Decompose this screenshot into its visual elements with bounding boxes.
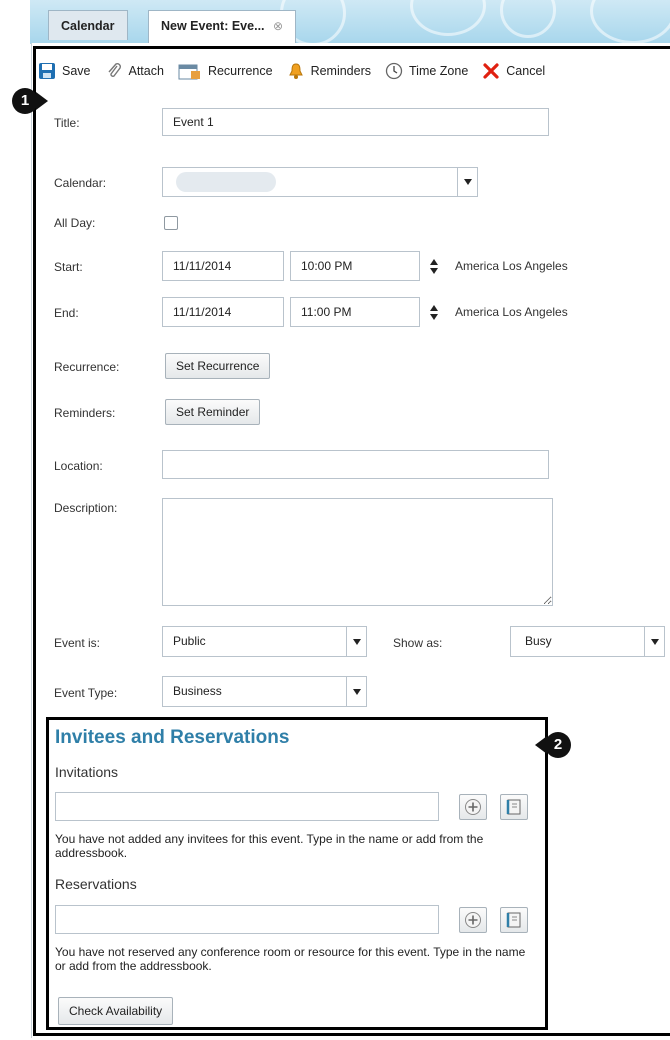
end-time-input[interactable] [290,297,420,327]
paperclip-icon [105,62,123,80]
reminders-button[interactable]: Reminders [287,62,371,80]
chevron-down-icon [644,627,664,656]
end-timezone: America Los Angeles [455,305,568,319]
event-type-value: Business [173,684,222,698]
event-type-label: Event Type: [54,686,118,700]
start-time-input[interactable] [290,251,420,281]
end-label: End: [54,306,79,320]
calendar-name-redacted [176,172,276,192]
calendar-label: Calendar: [54,176,107,190]
description-textarea[interactable] [162,498,553,606]
description-label: Description: [54,501,118,515]
event-is-label: Event is: [54,636,101,650]
event-is-value: Public [173,634,206,648]
recurrence-label: Recurrence: [54,360,120,374]
start-time-spinner[interactable] [427,251,441,281]
toolbar: Save Attach Recurrence Reminders Time Zo… [38,58,559,84]
spinner-down-icon[interactable] [430,313,438,320]
save-label: Save [62,64,91,78]
close-icon [482,62,500,80]
reservations-input[interactable] [55,905,439,934]
reminders-label: Reminders: [54,406,116,420]
clock-icon [385,62,403,80]
invitations-label: Invitations [55,764,119,780]
start-timezone: America Los Angeles [455,259,568,273]
attach-label: Attach [128,64,164,78]
add-reservation-button[interactable] [459,907,487,933]
event-is-select[interactable]: Public [162,626,367,657]
decorative-swirl [410,0,486,36]
tab-new-event[interactable]: New Event: Eve... ⊗ [148,10,297,44]
spinner-down-icon[interactable] [430,267,438,274]
title-input[interactable] [162,108,549,136]
start-date-input[interactable] [162,251,284,281]
chevron-down-icon [346,677,366,706]
spinner-up-icon[interactable] [430,304,438,311]
invitees-heading: Invitees and Reservations [55,727,290,748]
reminders-label: Reminders [310,64,371,78]
reservations-addressbook-button[interactable] [500,907,528,933]
addressbook-icon [506,912,521,928]
close-tab-icon[interactable]: ⊗ [273,11,283,41]
all-day-label: All Day: [54,216,96,230]
end-time-spinner[interactable] [427,297,441,327]
reservations-help-text: You have not reserved any conference roo… [55,945,526,973]
title-label: Title: [54,116,80,130]
chevron-down-icon [346,627,366,656]
chevron-down-icon [457,168,477,196]
recurrence-calendar-icon [178,62,202,80]
time-zone-button[interactable]: Time Zone [385,62,468,80]
cancel-label: Cancel [506,64,546,78]
end-date-input[interactable] [162,297,284,327]
plus-icon [465,799,481,815]
event-type-select[interactable]: Business [162,676,367,707]
show-as-label: Show as: [393,636,443,650]
tab-calendar[interactable]: Calendar [48,10,128,40]
set-recurrence-button[interactable]: Set Recurrence [165,353,271,379]
invitations-help-text: You have not added any invitees for this… [55,832,484,860]
all-day-checkbox[interactable] [164,216,178,230]
time-zone-label: Time Zone [409,64,469,78]
add-invitee-button[interactable] [459,794,487,820]
recurrence-label: Recurrence [207,64,273,78]
decorative-swirl [500,0,556,38]
save-button[interactable]: Save [38,62,91,80]
plus-icon [465,912,481,928]
addressbook-icon [506,799,521,815]
tab-bar: Calendar New Event: Eve... ⊗ [30,0,670,44]
show-as-select[interactable]: Busy [510,626,665,657]
invitations-addressbook-button[interactable] [500,794,528,820]
callout-badge-2: 2 [535,732,571,758]
set-reminder-button[interactable]: Set Reminder [165,399,261,425]
attach-button[interactable]: Attach [105,62,164,80]
check-availability-button[interactable]: Check Availability [58,997,174,1025]
bell-icon [287,62,305,80]
cancel-button[interactable]: Cancel [482,62,545,80]
tab-new-event-label: New Event: Eve... [161,19,265,33]
reservations-label: Reservations [55,876,137,892]
spinner-up-icon[interactable] [430,258,438,265]
decorative-swirl [590,0,670,44]
save-icon [38,62,56,80]
invitations-input[interactable] [55,792,439,821]
tab-calendar-label: Calendar [61,19,115,33]
callout-badge-1: 1 [12,88,48,114]
recurrence-button[interactable]: Recurrence [178,62,273,80]
show-as-value: Busy [525,634,552,648]
start-label: Start: [54,260,83,274]
location-label: Location: [54,459,103,473]
location-input[interactable] [162,450,549,479]
